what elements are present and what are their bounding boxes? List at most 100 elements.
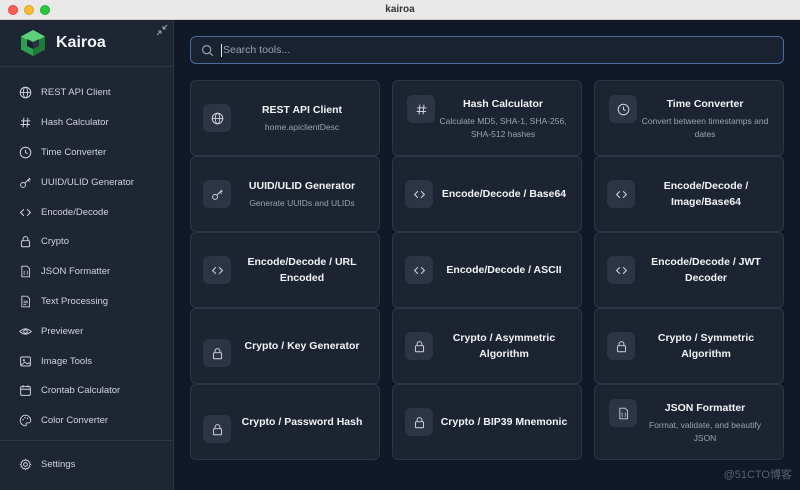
sidebar-item-hash-calculator[interactable]: Hash Calculator xyxy=(0,108,174,138)
clock-icon xyxy=(609,95,637,123)
tool-card-encode-decode-ascii[interactable]: Encode/Decode / ASCII xyxy=(392,232,582,308)
sidebar-item-label: Crypto xyxy=(41,236,69,248)
brand: Kairoa xyxy=(18,28,106,58)
watermark: @51CTO博客 xyxy=(723,469,792,481)
file-json-icon xyxy=(609,399,637,427)
card-title: Crypto / Asymmetric Algorithm xyxy=(452,332,556,360)
sidebar: Kairoa REST API Client Hash Calculator T… xyxy=(0,20,174,490)
card-description: home.apiclientDesc xyxy=(264,122,340,132)
brand-name: Kairoa xyxy=(56,34,106,51)
card-body: Crypto / Password Hash xyxy=(237,414,367,430)
card-title: Crypto / Symmetric Algorithm xyxy=(657,332,755,360)
lock-icon xyxy=(607,332,635,360)
globe-icon xyxy=(203,104,231,132)
card-body: REST API Client home.apiclientDesc xyxy=(237,102,367,134)
sidebar-item-color-converter[interactable]: Color Converter xyxy=(0,406,174,436)
code-icon xyxy=(607,256,635,284)
window-controls xyxy=(8,5,50,15)
card-description: Calculate MD5, SHA-1, SHA-256, SHA-512 h… xyxy=(439,115,567,139)
card-body: Encode/Decode / Image/Base64 xyxy=(641,178,771,210)
tool-card-json-formatter[interactable]: JSON Formatter Format, validate, and bea… xyxy=(594,384,784,460)
window-titlebar: kairoa xyxy=(0,0,800,20)
zoom-window-button[interactable] xyxy=(40,5,50,15)
card-body: Encode/Decode / JWT Decoder xyxy=(641,254,771,286)
tool-card-crypto-key-generator[interactable]: Crypto / Key Generator xyxy=(190,308,380,384)
card-title: UUID/ULID Generator xyxy=(248,180,356,192)
gear-icon xyxy=(18,458,32,472)
card-body: Crypto / Key Generator xyxy=(237,338,367,354)
collapse-sidebar-icon[interactable] xyxy=(156,24,168,36)
tool-card-crypto-asymmetric[interactable]: Crypto / Asymmetric Algorithm xyxy=(392,308,582,384)
card-body: Crypto / Symmetric Algorithm xyxy=(641,330,771,362)
settings-row[interactable]: Settings xyxy=(0,450,174,480)
sidebar-item-image-tools[interactable]: Image Tools xyxy=(0,346,174,376)
hash-icon xyxy=(18,116,32,130)
sidebar-item-label: Encode/Decode xyxy=(41,206,109,218)
main-content: REST API Client home.apiclientDesc Hash … xyxy=(174,20,800,490)
sidebar-item-label: Text Processing xyxy=(41,295,109,307)
sidebar-divider xyxy=(0,66,174,67)
tool-card-encode-decode-url[interactable]: Encode/Decode / URL Encoded xyxy=(190,232,380,308)
hash-icon xyxy=(407,95,435,123)
file-json-icon xyxy=(18,265,32,279)
close-window-button[interactable] xyxy=(8,5,18,15)
sidebar-item-label: Image Tools xyxy=(41,355,93,367)
sidebar-item-label: Previewer xyxy=(41,325,84,337)
code-icon xyxy=(203,256,231,284)
code-icon xyxy=(405,256,433,284)
tool-card-encode-decode-image-base64[interactable]: Encode/Decode / Image/Base64 xyxy=(594,156,784,232)
card-title: Time Converter xyxy=(666,97,744,110)
palette-icon xyxy=(18,414,32,428)
tool-card-time-converter[interactable]: Time Converter Convert between timestamp… xyxy=(594,80,784,156)
card-description: Convert between timestamps and dates xyxy=(641,115,769,139)
kairoa-logo xyxy=(21,30,45,56)
card-title: Encode/Decode / JWT Decoder xyxy=(651,256,761,284)
card-title: Encode/Decode / URL Encoded xyxy=(247,256,357,284)
tool-card-crypto-bip39[interactable]: Crypto / BIP39 Mnemonic xyxy=(392,384,582,460)
sidebar-item-previewer[interactable]: Previewer xyxy=(0,316,174,346)
sidebar-item-settings[interactable]: Settings xyxy=(0,450,174,480)
tool-card-encode-decode-jwt[interactable]: Encode/Decode / JWT Decoder xyxy=(594,232,784,308)
card-body: Encode/Decode / URL Encoded xyxy=(237,254,367,286)
card-title: REST API Client xyxy=(261,104,343,116)
card-title: Crypto / BIP39 Mnemonic xyxy=(440,416,568,428)
card-description: Generate UUIDs and ULIDs xyxy=(249,198,355,208)
sidebar-item-encode-decode[interactable]: Encode/Decode xyxy=(0,197,174,227)
tool-card-hash-calculator[interactable]: Hash Calculator Calculate MD5, SHA-1, SH… xyxy=(392,80,582,156)
tool-grid: REST API Client home.apiclientDesc Hash … xyxy=(190,80,784,460)
card-body: Encode/Decode / Base64 xyxy=(439,186,569,202)
card-body: Crypto / Asymmetric Algorithm xyxy=(439,330,569,362)
minimize-window-button[interactable] xyxy=(24,5,34,15)
card-title: Encode/Decode / ASCII xyxy=(446,264,562,276)
sidebar-item-label: UUID/ULID Generator xyxy=(41,176,134,188)
sidebar-item-label: Time Converter xyxy=(41,146,107,158)
tool-card-uuid-ulid-generator[interactable]: UUID/ULID Generator Generate UUIDs and U… xyxy=(190,156,380,232)
card-title: Crypto / Password Hash xyxy=(241,416,363,428)
sidebar-item-text-processing[interactable]: Text Processing xyxy=(0,287,174,317)
sidebar-item-label: Crontab Calculator xyxy=(41,385,121,397)
tool-card-crypto-password-hash[interactable]: Crypto / Password Hash xyxy=(190,384,380,460)
search-bar[interactable] xyxy=(190,36,784,64)
sidebar-item-rest-api-client[interactable]: REST API Client xyxy=(0,78,174,108)
file-text-icon xyxy=(18,294,32,308)
card-description: Format, validate, and beautify JSON xyxy=(649,419,761,443)
lock-icon xyxy=(405,332,433,360)
card-title: Encode/Decode / Image/Base64 xyxy=(663,180,749,208)
sidebar-item-json-formatter[interactable]: JSON Formatter xyxy=(0,257,174,287)
card-body: UUID/ULID Generator Generate UUIDs and U… xyxy=(237,178,367,210)
image-icon xyxy=(18,354,32,368)
key-icon xyxy=(203,180,231,208)
lock-icon xyxy=(18,235,32,249)
sidebar-item-crontab-calculator[interactable]: Crontab Calculator xyxy=(0,376,174,406)
card-title: JSON Formatter xyxy=(664,401,746,414)
settings-label: Settings xyxy=(41,459,76,471)
tool-card-encode-decode-base64[interactable]: Encode/Decode / Base64 xyxy=(392,156,582,232)
sidebar-item-uuid-ulid-generator[interactable]: UUID/ULID Generator xyxy=(0,167,174,197)
tool-card-rest-api-client[interactable]: REST API Client home.apiclientDesc xyxy=(190,80,380,156)
sidebar-item-time-converter[interactable]: Time Converter xyxy=(0,138,174,168)
sidebar-item-label: Hash Calculator xyxy=(41,117,109,129)
search-input[interactable] xyxy=(223,44,763,56)
sidebar-item-crypto[interactable]: Crypto xyxy=(0,227,174,257)
tool-card-crypto-symmetric[interactable]: Crypto / Symmetric Algorithm xyxy=(594,308,784,384)
search-icon xyxy=(202,44,214,56)
